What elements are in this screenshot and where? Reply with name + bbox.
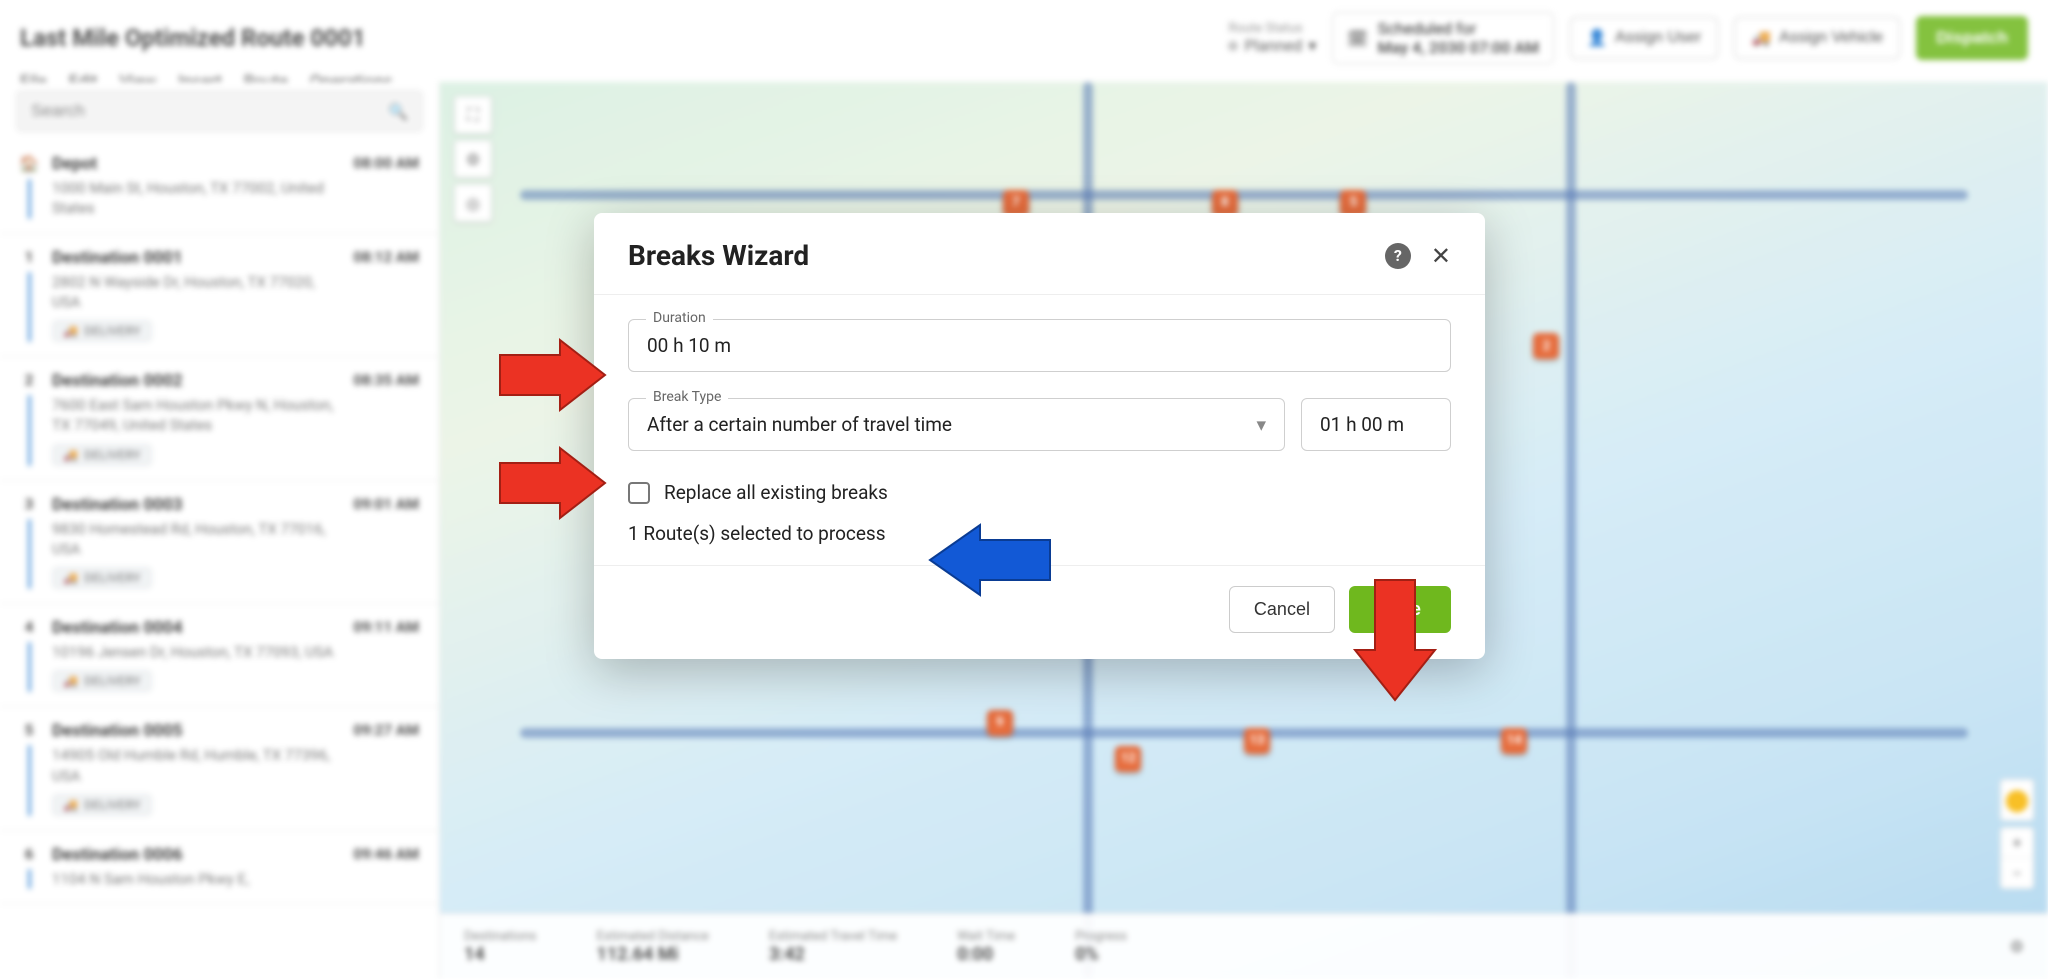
cancel-button[interactable]: Cancel xyxy=(1229,586,1335,633)
duration-label: Duration xyxy=(646,310,713,326)
help-icon[interactable]: ? xyxy=(1385,243,1411,269)
break-type-time-input[interactable]: 01 h 00 m xyxy=(1301,398,1451,451)
close-icon[interactable]: ✕ xyxy=(1431,242,1451,270)
routes-selected-text: 1 Route(s) selected to process xyxy=(628,522,1451,545)
modal-title: Breaks Wizard xyxy=(628,239,809,272)
break-type-value: After a certain number of travel time xyxy=(647,413,952,436)
break-type-select[interactable]: After a certain number of travel time xyxy=(628,398,1285,451)
save-button[interactable]: Save xyxy=(1349,586,1451,633)
replace-breaks-checkbox[interactable] xyxy=(628,482,650,504)
break-type-label: Break Type xyxy=(646,389,728,405)
breaks-wizard-modal: Breaks Wizard ? ✕ Duration 00 h 10 m Bre… xyxy=(594,213,1485,659)
replace-breaks-label: Replace all existing breaks xyxy=(664,481,888,504)
duration-input[interactable]: 00 h 10 m xyxy=(628,319,1451,372)
